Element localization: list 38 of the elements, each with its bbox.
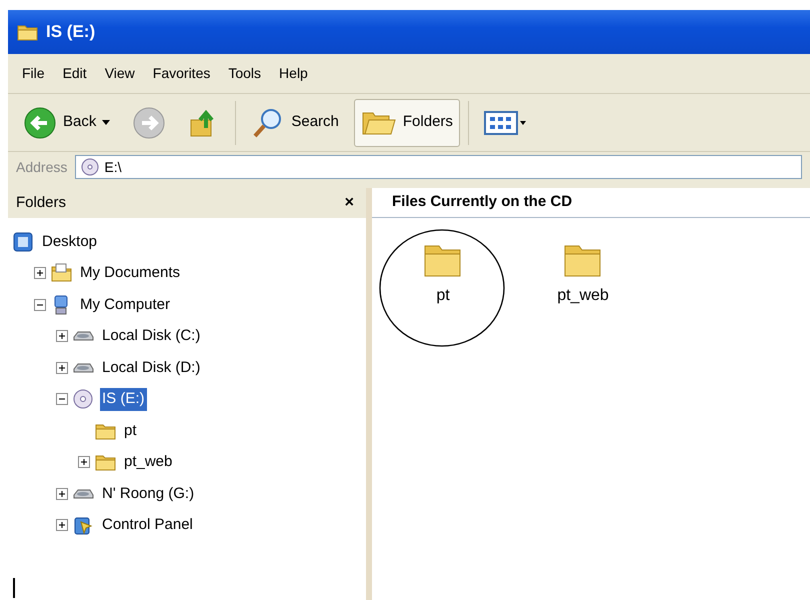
menu-item[interactable]: Tools — [222, 63, 268, 84]
tree-item[interactable]: Local Disk (D:) — [100, 356, 202, 379]
text-cursor — [13, 578, 15, 598]
section-heading: Files Currently on the CD — [392, 192, 572, 212]
collapse-icon[interactable] — [34, 298, 46, 311]
folders-button[interactable]: Folders — [354, 98, 460, 146]
expand-icon[interactable] — [34, 267, 46, 280]
close-button[interactable]: × — [340, 191, 358, 215]
disc-icon — [80, 157, 100, 177]
pane-title: Folders — [16, 192, 66, 213]
expand-icon[interactable] — [78, 456, 90, 468]
caret-icon — [102, 120, 110, 126]
menu-item[interactable]: Edit — [56, 63, 93, 84]
file-name[interactable]: pt — [436, 284, 450, 308]
tree-item[interactable]: My Documents — [78, 262, 182, 284]
address-field[interactable]: E:\ — [75, 155, 802, 179]
expand-icon[interactable] — [56, 488, 68, 500]
expand-icon[interactable] — [56, 519, 68, 532]
file-name[interactable]: pt_web — [557, 284, 609, 308]
tree-item[interactable]: pt — [122, 420, 139, 442]
tree-item[interactable]: Local Disk (C:) — [100, 325, 202, 348]
menu-item[interactable]: File — [16, 63, 51, 84]
menu-item[interactable]: Favorites — [146, 63, 216, 84]
collapse-icon[interactable] — [56, 393, 68, 406]
menu-item[interactable]: Help — [273, 63, 314, 84]
tree-item[interactable]: IS (E:) — [100, 388, 147, 410]
expand-icon[interactable] — [56, 362, 68, 374]
expand-icon[interactable] — [56, 330, 68, 342]
search-button[interactable]: Search — [244, 98, 346, 146]
back-button[interactable]: Back — [16, 98, 118, 146]
menu-item[interactable]: View — [98, 63, 141, 84]
tree-item[interactable]: N' Roong (G:) — [100, 482, 196, 505]
tree-item[interactable]: My Computer — [78, 294, 172, 316]
tree-item[interactable]: Control Panel — [100, 514, 195, 536]
tree-item[interactable]: Desktop — [40, 230, 100, 253]
window-title: IS (E:) — [46, 21, 96, 44]
tree-item[interactable]: pt_web — [122, 451, 174, 474]
address-label: Address — [16, 158, 68, 176]
